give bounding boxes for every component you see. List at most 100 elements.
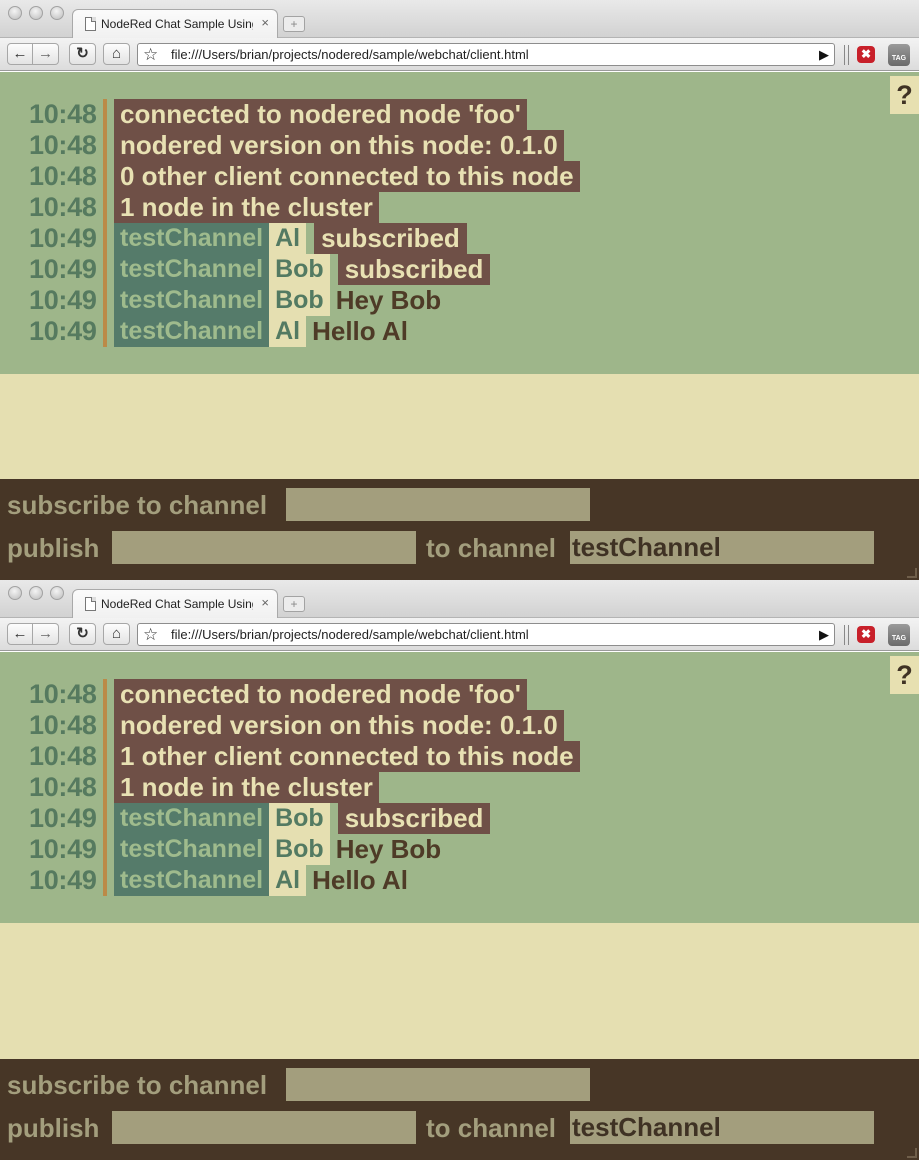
- close-window-icon[interactable]: [8, 6, 22, 20]
- resize-grip-icon[interactable]: [907, 1148, 917, 1158]
- browser-tab[interactable]: NodeRed Chat Sample Using ×: [72, 9, 278, 39]
- message-log: ? 10:48 connected to nodered node 'foo' 10…: [0, 652, 919, 923]
- back-button[interactable]: ←: [7, 43, 33, 65]
- log-timestamp: 10:49: [29, 223, 97, 253]
- log-timestamp: 10:49: [29, 254, 97, 284]
- browser-window-top: NodeRed Chat Sample Using × + ← → ↻ ⌂ ☆ …: [0, 0, 919, 580]
- subscribe-label: subscribe to channel: [7, 1070, 268, 1100]
- go-icon[interactable]: ▶: [819, 44, 829, 65]
- log-divider: [103, 223, 107, 254]
- log-entry: 10:48 1 node in the cluster: [0, 772, 880, 803]
- document-icon: [85, 17, 96, 31]
- log-entry: 10:49 testChannel Al subscribed: [0, 223, 880, 254]
- page-content: ? 10:48 connected to nodered node 'foo' 10…: [0, 72, 919, 580]
- log-entry: 10:48 nodered version on this node: 0.1.0: [0, 710, 880, 741]
- publish-label: publish: [7, 1113, 100, 1143]
- channel-tag: testChannel: [114, 223, 270, 254]
- log-list: 10:48 connected to nodered node 'foo' 10:4…: [0, 99, 880, 347]
- log-message: nodered version on this node: 0.1.0: [114, 130, 564, 161]
- url-text[interactable]: file:///Users/brian/projects/nodered/sam…: [171, 627, 529, 642]
- zoom-window-icon[interactable]: [50, 586, 64, 600]
- log-entry: 10:48 connected to nodered node 'foo': [0, 99, 880, 130]
- tab-close-icon[interactable]: ×: [261, 595, 269, 611]
- log-timestamp: 10:49: [29, 803, 97, 833]
- help-button[interactable]: ?: [890, 656, 919, 694]
- subscribe-channel-input[interactable]: [286, 1068, 590, 1101]
- tab-title: NodeRed Chat Sample Using: [101, 17, 253, 31]
- log-timestamp: 10:49: [29, 316, 97, 346]
- log-entry: 10:48 1 other client connected to this no…: [0, 741, 880, 772]
- user-name: Al: [269, 865, 307, 896]
- forward-button[interactable]: →: [33, 623, 59, 645]
- log-message: 0 other client connected to this node: [114, 161, 580, 192]
- log-entry: 10:48 1 node in the cluster: [0, 192, 880, 223]
- publish-message-input[interactable]: [112, 531, 416, 564]
- log-list: 10:48 connected to nodered node 'foo' 10:4…: [0, 679, 880, 896]
- log-message: testChannel Bob Hey Bob: [114, 834, 447, 865]
- channel-tag: testChannel: [114, 803, 270, 834]
- log-message: testChannel Bob subscribed: [114, 254, 491, 285]
- system-message: 1 node in the cluster: [114, 772, 379, 803]
- address-bar[interactable]: ☆ file:///Users/brian/projects/nodered/s…: [137, 623, 835, 646]
- channel-tag: testChannel: [114, 254, 270, 285]
- minimize-window-icon[interactable]: [29, 6, 43, 20]
- log-entry: 10:49 testChannel Bob Hey Bob: [0, 285, 880, 316]
- minimize-window-icon[interactable]: [29, 586, 43, 600]
- new-tab-button[interactable]: +: [283, 16, 305, 32]
- forward-button[interactable]: →: [33, 43, 59, 65]
- subscribe-channel-input[interactable]: [286, 488, 590, 521]
- user-name: Bob: [269, 285, 330, 316]
- publish-channel-input[interactable]: [570, 1111, 874, 1144]
- log-divider: [103, 679, 107, 710]
- reload-button[interactable]: ↻: [69, 623, 96, 645]
- browser-window-bottom: NodeRed Chat Sample Using × + ← → ↻ ⌂ ☆ …: [0, 580, 919, 1160]
- go-icon[interactable]: ▶: [819, 624, 829, 645]
- help-button[interactable]: ?: [890, 76, 919, 114]
- to-channel-label: to channel: [426, 533, 557, 563]
- tab-close-icon[interactable]: ×: [261, 15, 269, 31]
- log-timestamp: 10:49: [29, 865, 97, 895]
- user-name: Bob: [269, 254, 330, 285]
- bookmark-star-icon[interactable]: ☆: [143, 44, 158, 65]
- log-timestamp: 10:48: [29, 772, 97, 802]
- log-divider: [103, 710, 107, 741]
- home-button[interactable]: ⌂: [103, 43, 130, 65]
- log-divider: [103, 316, 107, 347]
- tag-extension-icon[interactable]: TAG: [888, 624, 910, 646]
- publish-channel-input[interactable]: [570, 531, 874, 564]
- resize-grip-icon[interactable]: [907, 568, 917, 578]
- chat-message: Hello Al: [312, 316, 408, 346]
- zoom-window-icon[interactable]: [50, 6, 64, 20]
- tag-extension-icon[interactable]: TAG: [888, 44, 910, 66]
- system-message: 1 node in the cluster: [114, 192, 379, 223]
- log-divider: [103, 161, 107, 192]
- channel-tag: testChannel: [114, 834, 270, 865]
- address-bar[interactable]: ☆ file:///Users/brian/projects/nodered/s…: [137, 43, 835, 66]
- log-divider: [103, 99, 107, 130]
- page-content: ? 10:48 connected to nodered node 'foo' 10…: [0, 652, 919, 1160]
- back-button[interactable]: ←: [7, 623, 33, 645]
- browser-toolbar: ← → ↻ ⌂ ☆ file:///Users/brian/projects/n…: [0, 618, 919, 651]
- window-titlebar[interactable]: NodeRed Chat Sample Using × +: [0, 580, 919, 619]
- extension-icon[interactable]: ✖: [857, 626, 875, 643]
- log-entry: 10:48 nodered version on this node: 0.1.0: [0, 130, 880, 161]
- extension-icon[interactable]: ✖: [857, 46, 875, 63]
- bookmark-star-icon[interactable]: ☆: [143, 624, 158, 645]
- url-text[interactable]: file:///Users/brian/projects/nodered/sam…: [171, 47, 529, 62]
- log-timestamp: 10:48: [29, 130, 97, 160]
- control-panel: subscribe to channel publish to channel: [0, 1059, 919, 1160]
- toolbar-divider: [844, 625, 849, 645]
- user-name: Bob: [269, 803, 330, 834]
- log-message: testChannel Bob Hey Bob: [114, 285, 447, 316]
- close-window-icon[interactable]: [8, 586, 22, 600]
- publish-message-input[interactable]: [112, 1111, 416, 1144]
- log-divider: [103, 192, 107, 223]
- reload-button[interactable]: ↻: [69, 43, 96, 65]
- browser-tab[interactable]: NodeRed Chat Sample Using ×: [72, 589, 278, 619]
- new-tab-button[interactable]: +: [283, 596, 305, 612]
- window-titlebar[interactable]: NodeRed Chat Sample Using × +: [0, 0, 919, 39]
- message-log: ? 10:48 connected to nodered node 'foo' 10…: [0, 72, 919, 374]
- home-button[interactable]: ⌂: [103, 623, 130, 645]
- log-entry: 10:49 testChannel Bob Hey Bob: [0, 834, 880, 865]
- log-timestamp: 10:48: [29, 679, 97, 709]
